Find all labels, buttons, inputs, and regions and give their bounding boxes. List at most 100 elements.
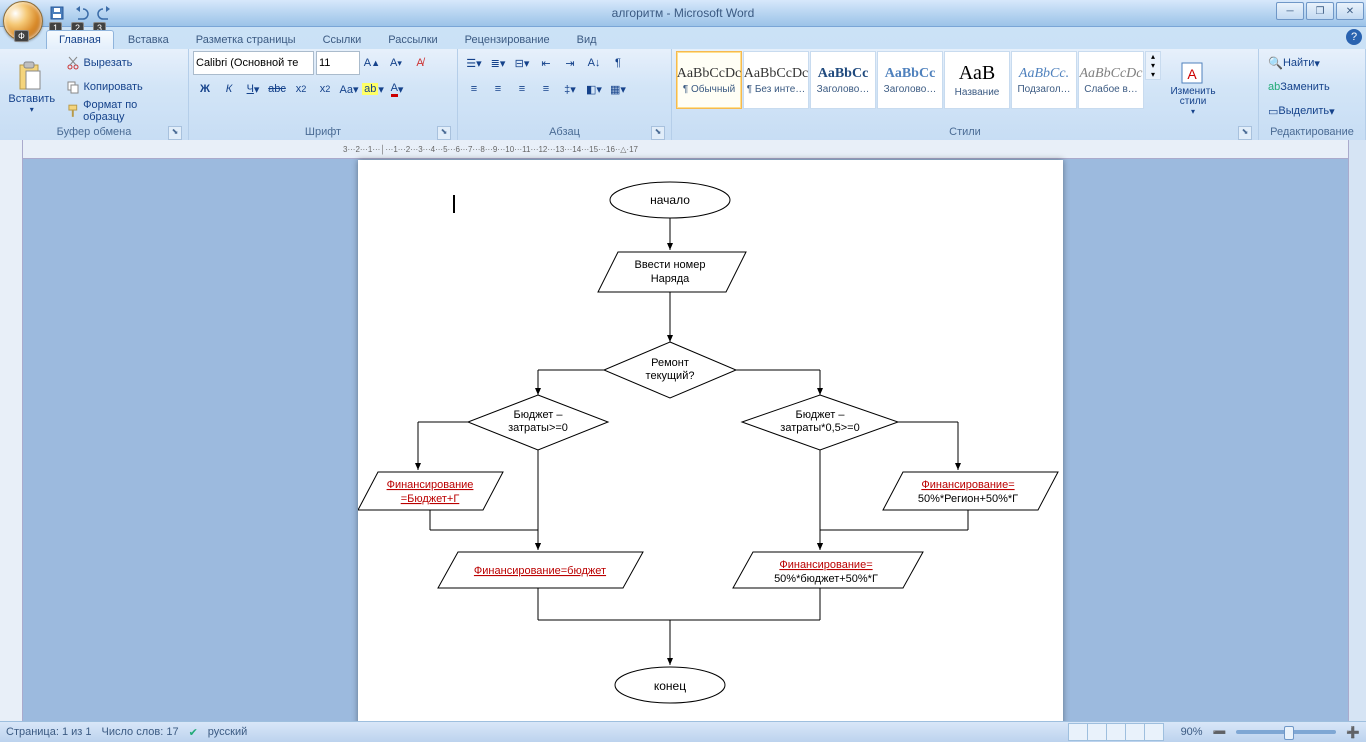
para-launcher[interactable]: ⬊ xyxy=(651,126,665,140)
ribbon-tabs: ГлавнаяЯ ВставкаС Разметка страницы Ссыл… xyxy=(0,27,1366,49)
svg-text:текущий?: текущий? xyxy=(646,370,695,382)
document-page[interactable]: начало Ввести номер Наряда Ремонт текущи… xyxy=(358,160,1063,722)
style-normal[interactable]: AaBbCcDc¶ Обычный xyxy=(676,51,742,109)
view-web[interactable] xyxy=(1106,723,1126,741)
tab-pagelayout[interactable]: Разметка страницы xyxy=(183,30,309,49)
sort-button[interactable]: A↓ xyxy=(582,51,606,75)
replace-button[interactable]: abЗаменить xyxy=(1263,75,1335,99)
find-button[interactable]: 🔍Найти▾ xyxy=(1263,51,1325,75)
dec-indent-button[interactable]: ⇤ xyxy=(534,51,558,75)
zoom-slider[interactable] xyxy=(1236,730,1336,734)
tab-review[interactable]: Рецензирование xyxy=(452,30,563,49)
svg-text:=Бюджет+Г: =Бюджет+Г xyxy=(401,493,460,505)
align-center-button[interactable]: ≡ xyxy=(486,77,510,101)
view-outline[interactable] xyxy=(1125,723,1145,741)
vertical-scrollbar[interactable] xyxy=(1348,140,1366,722)
styles-launcher[interactable]: ⬊ xyxy=(1238,126,1252,140)
svg-text:Ввести номер: Ввести номер xyxy=(635,259,706,271)
style-heading1[interactable]: AaBbCcЗаголово… xyxy=(810,51,876,109)
tab-references[interactable]: Ссылки xyxy=(310,30,375,49)
paste-button[interactable]: Вставить▾ xyxy=(4,51,59,123)
tab-home[interactable]: ГлавнаяЯ xyxy=(46,30,114,49)
copy-button[interactable]: Копировать xyxy=(61,75,184,99)
minimize-button[interactable]: ─ xyxy=(1276,2,1304,20)
shading-button[interactable]: ◧▾ xyxy=(582,77,606,101)
bold-button[interactable]: Ж xyxy=(193,77,217,101)
align-left-button[interactable]: ≡ xyxy=(462,77,486,101)
svg-text:Ремонт: Ремонт xyxy=(651,357,689,369)
view-draft[interactable] xyxy=(1144,723,1164,741)
svg-text:конец: конец xyxy=(654,679,686,693)
svg-text:Наряда: Наряда xyxy=(651,273,690,285)
select-button[interactable]: ▭Выделить▾ xyxy=(1263,99,1340,123)
style-title[interactable]: АаВНазвание xyxy=(944,51,1010,109)
borders-button[interactable]: ▦▾ xyxy=(606,77,630,101)
linespacing-button[interactable]: ‡▾ xyxy=(558,77,582,101)
tab-mailings[interactable]: РассылкиЫ xyxy=(375,30,450,49)
svg-text:A: A xyxy=(1187,66,1197,82)
svg-text:Финансирование: Финансирование xyxy=(387,479,474,491)
font-name-combo[interactable] xyxy=(193,51,314,75)
status-page[interactable]: Страница: 1 из 1 xyxy=(6,726,92,738)
change-styles-button[interactable]: A Изменить стили▾ xyxy=(1161,51,1225,123)
svg-text:затраты*0,5>=0: затраты*0,5>=0 xyxy=(780,422,859,434)
numbering-button[interactable]: ≣▾ xyxy=(486,51,510,75)
svg-text:затраты>=0: затраты>=0 xyxy=(508,422,568,434)
svg-text:Финансирование=бюджет: Финансирование=бюджет xyxy=(474,565,606,577)
zoom-level[interactable]: 90% xyxy=(1181,726,1203,738)
svg-text:Финансирование=: Финансирование= xyxy=(779,559,872,571)
svg-text:начало: начало xyxy=(650,193,690,207)
clipboard-launcher[interactable]: ⬊ xyxy=(168,126,182,140)
showmarks-button[interactable]: ¶ xyxy=(606,51,630,75)
italic-button[interactable]: К xyxy=(217,77,241,101)
svg-text:Финансирование=: Финансирование= xyxy=(921,479,1014,491)
style-nospacing[interactable]: AaBbCcDc¶ Без инте… xyxy=(743,51,809,109)
styles-scroll-down[interactable]: ▾ xyxy=(1146,61,1160,70)
bullets-button[interactable]: ☰▾ xyxy=(462,51,486,75)
underline-button[interactable]: Ч▾ xyxy=(241,77,265,101)
restore-button[interactable]: ❐ xyxy=(1306,2,1334,20)
status-proofing-icon[interactable]: ✔ xyxy=(189,726,198,739)
vertical-ruler[interactable] xyxy=(0,140,23,722)
view-fullscreen[interactable] xyxy=(1087,723,1107,741)
style-subtle[interactable]: AaBbCcDcСлабое в… xyxy=(1078,51,1144,109)
styles-gallery[interactable]: AaBbCcDc¶ Обычный AaBbCcDc¶ Без инте… Aa… xyxy=(676,51,1145,109)
app-title: алгоритм - Microsoft Word xyxy=(0,0,1366,26)
status-words[interactable]: Число слов: 17 xyxy=(102,726,179,738)
font-launcher[interactable]: ⬊ xyxy=(437,126,451,140)
svg-text:Бюджет –: Бюджет – xyxy=(796,409,846,421)
inc-indent-button[interactable]: ⇥ xyxy=(558,51,582,75)
tab-insert[interactable]: ВставкаС xyxy=(115,30,182,49)
justify-button[interactable]: ≡ xyxy=(534,77,558,101)
styles-scroll-up[interactable]: ▴ xyxy=(1146,52,1160,61)
subscript-button[interactable]: x2 xyxy=(289,77,313,101)
status-language[interactable]: русский xyxy=(208,726,247,738)
strike-button[interactable]: abc xyxy=(265,77,289,101)
styles-expand[interactable]: ▾ xyxy=(1146,70,1160,79)
tab-view[interactable]: Вид xyxy=(564,30,610,49)
cut-button[interactable]: Вырезать xyxy=(61,51,184,75)
shrink-font-button[interactable]: A▾ xyxy=(384,51,408,75)
svg-text:50%*Регион+50%*Г: 50%*Регион+50%*Г xyxy=(918,493,1018,505)
style-heading2[interactable]: AaBbCcЗаголово… xyxy=(877,51,943,109)
align-right-button[interactable]: ≡ xyxy=(510,77,534,101)
keytip-office: Ф xyxy=(14,30,29,42)
font-color-button[interactable]: A▾ xyxy=(385,77,409,101)
change-case-button[interactable]: Aa▾ xyxy=(337,77,361,101)
font-size-combo[interactable] xyxy=(316,51,360,75)
view-print-layout[interactable] xyxy=(1068,723,1088,741)
close-button[interactable]: ✕ xyxy=(1336,2,1364,20)
superscript-button[interactable]: x2 xyxy=(313,77,337,101)
help-icon[interactable]: ? xyxy=(1346,29,1362,45)
style-subtitle[interactable]: AaBbCc.Подзагол… xyxy=(1011,51,1077,109)
zoom-out-button[interactable]: ➖ xyxy=(1213,726,1227,739)
zoom-in-button[interactable]: ➕ xyxy=(1346,726,1360,739)
horizontal-ruler[interactable]: 3···2···1···│···1···2···3···4···5···6···… xyxy=(23,140,1348,159)
clear-formatting-button[interactable]: A̸ xyxy=(408,51,432,75)
grow-font-button[interactable]: A▲ xyxy=(360,51,384,75)
highlight-button[interactable]: ab▾ xyxy=(361,77,385,101)
multilevel-button[interactable]: ⊟▾ xyxy=(510,51,534,75)
flowchart-diagram: начало Ввести номер Наряда Ремонт текущи… xyxy=(358,170,1063,722)
format-painter-button[interactable]: Формат по образцу xyxy=(61,99,184,123)
svg-text:Бюджет –: Бюджет – xyxy=(514,409,564,421)
